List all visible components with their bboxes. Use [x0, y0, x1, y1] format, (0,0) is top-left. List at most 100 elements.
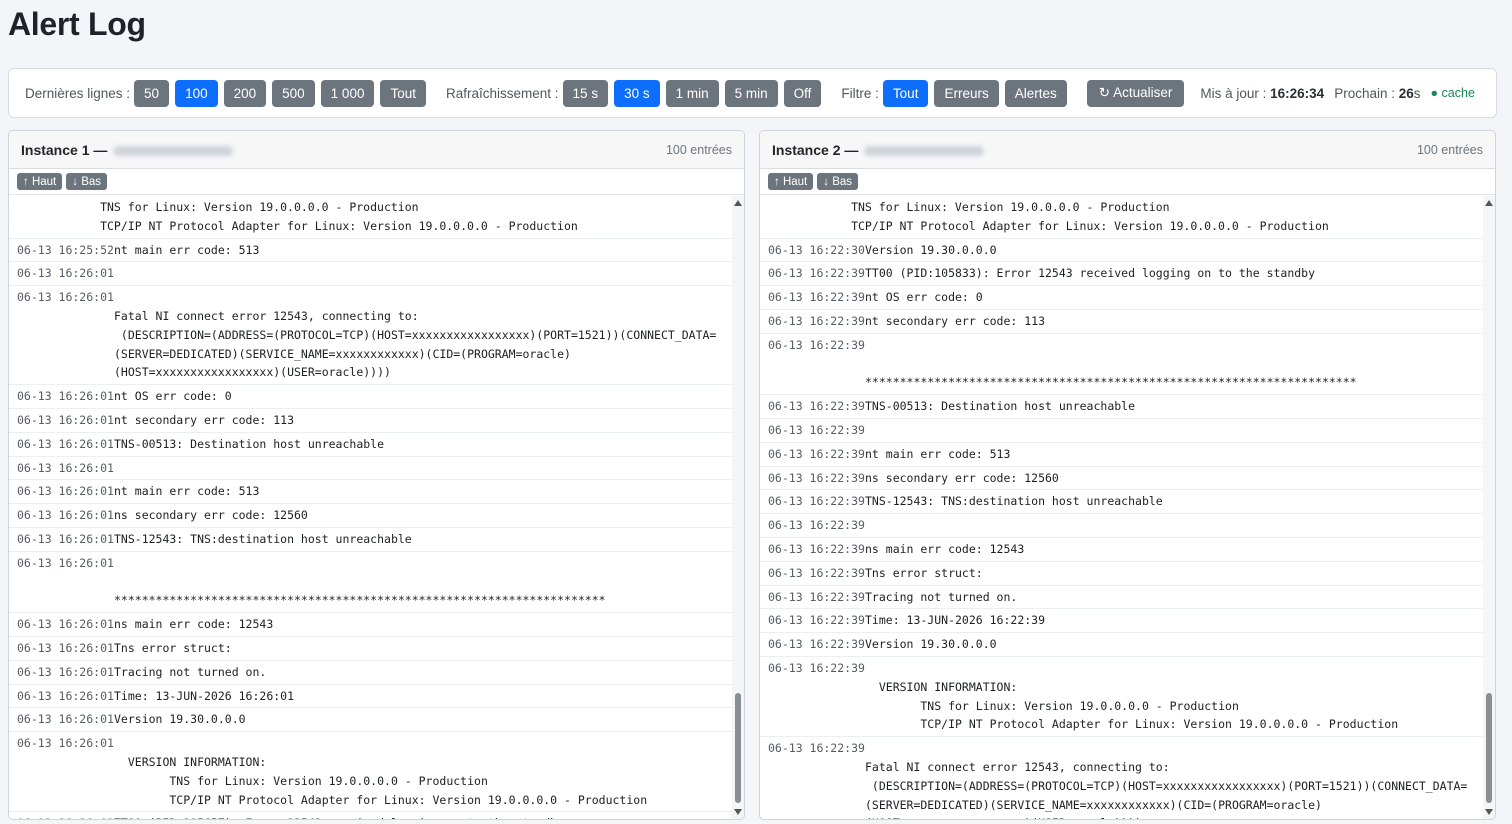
log-timestamp: 06-13 16:22:39 [768, 266, 865, 281]
log-message: nt OS err code: 0 [865, 290, 983, 305]
log-message: VERSION INFORMATION: TNS for Linux: Vers… [878, 679, 1399, 732]
log-area[interactable]: TNS for Linux: Version 19.0.0.0.0 - Prod… [9, 196, 744, 819]
log-line: 06-13 16:26:01 nt OS err code: 0 [9, 385, 732, 409]
log-timestamp: 06-13 16:26:01 [17, 389, 114, 404]
refresh-option-button[interactable]: 30 s [614, 79, 660, 107]
log-line: 06-13 16:22:39 [760, 514, 1483, 538]
scroll-up-arrow-icon[interactable] [1485, 200, 1493, 206]
log-message: ns main err code: 12543 [114, 617, 274, 632]
log-line: 06-13 16:26:01 TNS-12543: TNS:destination… [9, 528, 732, 552]
log-timestamp: 06-13 16:26:01 [17, 555, 114, 570]
log-line: 06-13 16:22:39 Fatal NI connect error 12… [760, 737, 1483, 819]
refresh-button[interactable]: ↻ Actualiser [1086, 79, 1185, 107]
log-timestamp: 06-13 16:26:01 [17, 508, 114, 523]
scrollbar[interactable] [1483, 196, 1495, 819]
log-line: 06-13 16:22:39 nt OS err code: 0 [760, 286, 1483, 310]
log-timestamp: 06-13 16:22:39 [768, 613, 865, 628]
log-timestamp: 06-13 16:25:52 [17, 242, 114, 257]
log-line: 06-13 16:22:39 TNS-12543: TNS:destination… [760, 490, 1483, 515]
log-message: ns secondary err code: 12560 [865, 470, 1059, 485]
log-line: 06-13 16:22:39 nt secondary err code: 113 [760, 310, 1483, 334]
log-timestamp: 06-13 16:26:01 [17, 814, 114, 819]
log-message: Version 19.30.0.0.0 [865, 242, 997, 257]
log-message: TNS-00513: Destination host unreachable [114, 436, 385, 451]
log-line: 06-13 16:26:01 Version 19.30.0.0.0 [9, 708, 732, 733]
refresh-option-button[interactable]: 1 min [665, 79, 719, 107]
lines-option-button[interactable]: 100 [175, 79, 218, 107]
log-message: TT00 (PID:105657): Error 12543 received … [114, 814, 564, 819]
scrollbar[interactable] [732, 196, 744, 819]
log-timestamp: 06-13 16:22:39 [768, 494, 865, 509]
updated-status: Mis à jour : 16:26:34 [1200, 86, 1324, 101]
log-message: nt secondary err code: 113 [114, 412, 295, 427]
log-message: TNS for Linux: Version 19.0.0.0.0 - Prod… [851, 200, 1329, 233]
log-line: 06-13 16:26:01 nt secondary err code: 113 [9, 409, 732, 433]
log-line: TNS for Linux: Version 19.0.0.0.0 - Prod… [9, 196, 732, 239]
log-timestamp: 06-13 16:26:01 [17, 688, 114, 703]
log-timestamp: 06-13 16:22:39 [768, 422, 865, 437]
toolbar: Dernières lignes : 50 100 200 500 1 000 Tout … [8, 68, 1497, 118]
log-line: 06-13 16:22:39 TNS-00513: Destination hos… [760, 395, 1483, 419]
log-line: 06-13 16:22:39 Tracing not turned on. [760, 586, 1483, 610]
log-timestamp: 06-13 16:22:39 [768, 565, 865, 580]
log-content: TNS for Linux: Version 19.0.0.0.0 - Prod… [9, 196, 732, 819]
log-timestamp: 06-13 16:22:39 [768, 446, 865, 461]
log-message: VERSION INFORMATION: TNS for Linux: Vers… [127, 754, 648, 807]
log-area[interactable]: TNS for Linux: Version 19.0.0.0.0 - Prod… [760, 196, 1495, 819]
scroll-up-arrow-icon[interactable] [734, 200, 742, 206]
lines-option-button[interactable]: 50 [134, 79, 170, 107]
scroll-down-arrow-icon[interactable] [1485, 809, 1493, 815]
log-line: 06-13 16:22:39 ns secondary err code: 125… [760, 467, 1483, 491]
log-line: 06-13 16:22:39 TT00 (PID:105833): Error 1… [760, 262, 1483, 287]
lines-options: 50 100 200 500 1 000 Tout [134, 79, 432, 107]
instance-panel-2: Instance 2 — 100 entrées ↑ Haut ↓ Bas TN… [759, 130, 1496, 820]
panel-header: Instance 1 — 100 entrées [9, 131, 744, 169]
filter-option-button[interactable]: Erreurs [934, 79, 999, 107]
log-line: 06-13 16:26:01 nt main err code: 513 [9, 480, 732, 505]
cache-indicator: ● cache [1430, 86, 1475, 100]
log-timestamp: 06-13 16:22:30 [768, 242, 865, 257]
scroll-thumb[interactable] [1486, 693, 1492, 803]
log-timestamp: 06-13 16:22:39 [768, 290, 865, 305]
log-timestamp: 06-13 16:22:39 [768, 589, 865, 604]
lines-option-button[interactable]: 500 [272, 79, 315, 107]
log-line: 06-13 16:26:01 [9, 457, 732, 481]
log-line: 06-13 16:22:39 ns main err code: 12543 [760, 538, 1483, 562]
panel-header: Instance 2 — 100 entrées [760, 131, 1495, 169]
log-line: 06-13 16:26:01 ns secondary err code: 125… [9, 504, 732, 528]
refresh-option-button[interactable]: 15 s [562, 79, 609, 107]
log-message: TNS for Linux: Version 19.0.0.0.0 - Prod… [100, 200, 578, 233]
scroll-bottom-button[interactable]: ↓ Bas [66, 173, 108, 190]
filter-option-button[interactable]: Alertes [1004, 79, 1067, 107]
log-timestamp: 06-13 16:22:39 [768, 541, 865, 556]
log-line: 06-13 16:26:01 VERSION INFORMATION: TNS … [9, 732, 732, 813]
log-message: TNS-12543: TNS:destination host unreacha… [114, 531, 412, 546]
log-timestamp: 06-13 16:26:01 [17, 460, 114, 475]
lines-option-button[interactable]: 1 000 [320, 79, 375, 107]
filter-option-button[interactable]: Tout [882, 79, 929, 107]
scroll-down-arrow-icon[interactable] [734, 809, 742, 815]
refresh-option-button[interactable]: 5 min [724, 79, 778, 107]
log-timestamp: 06-13 16:26:01 [17, 266, 114, 281]
log-message: nt main err code: 513 [865, 446, 1011, 461]
next-label: Prochain : [1334, 85, 1395, 101]
refresh-option-button[interactable]: Off [783, 79, 822, 107]
log-message: TNS-00513: Destination host unreachable [865, 399, 1136, 414]
nav-row: ↑ Haut ↓ Bas [9, 169, 744, 195]
log-line: 06-13 16:26:01TT00 (PID:105657): Error 1… [9, 812, 732, 819]
refresh-options: 15 s 30 s1 min 5 min Off [562, 79, 828, 107]
log-message: ****************************************… [114, 593, 606, 608]
log-content: TNS for Linux: Version 19.0.0.0.0 - Prod… [760, 196, 1483, 819]
filter-label: Filtre : [841, 85, 879, 101]
scroll-thumb[interactable] [735, 693, 741, 803]
scroll-top-button[interactable]: ↑ Haut [768, 173, 814, 190]
log-timestamp: 06-13 16:22:39 [768, 313, 865, 328]
scroll-bottom-button[interactable]: ↓ Bas [817, 173, 859, 190]
lines-option-button[interactable]: 200 [223, 79, 267, 107]
entry-count: 100 entrées [665, 142, 732, 157]
lines-option-button[interactable]: Tout [380, 79, 426, 107]
log-message: Time: 13-JUN-2026 16:22:39 [865, 613, 1046, 628]
panel-title-text: Instance 1 — [21, 141, 108, 158]
redacted-host [113, 145, 234, 156]
scroll-top-button[interactable]: ↑ Haut [17, 173, 63, 190]
